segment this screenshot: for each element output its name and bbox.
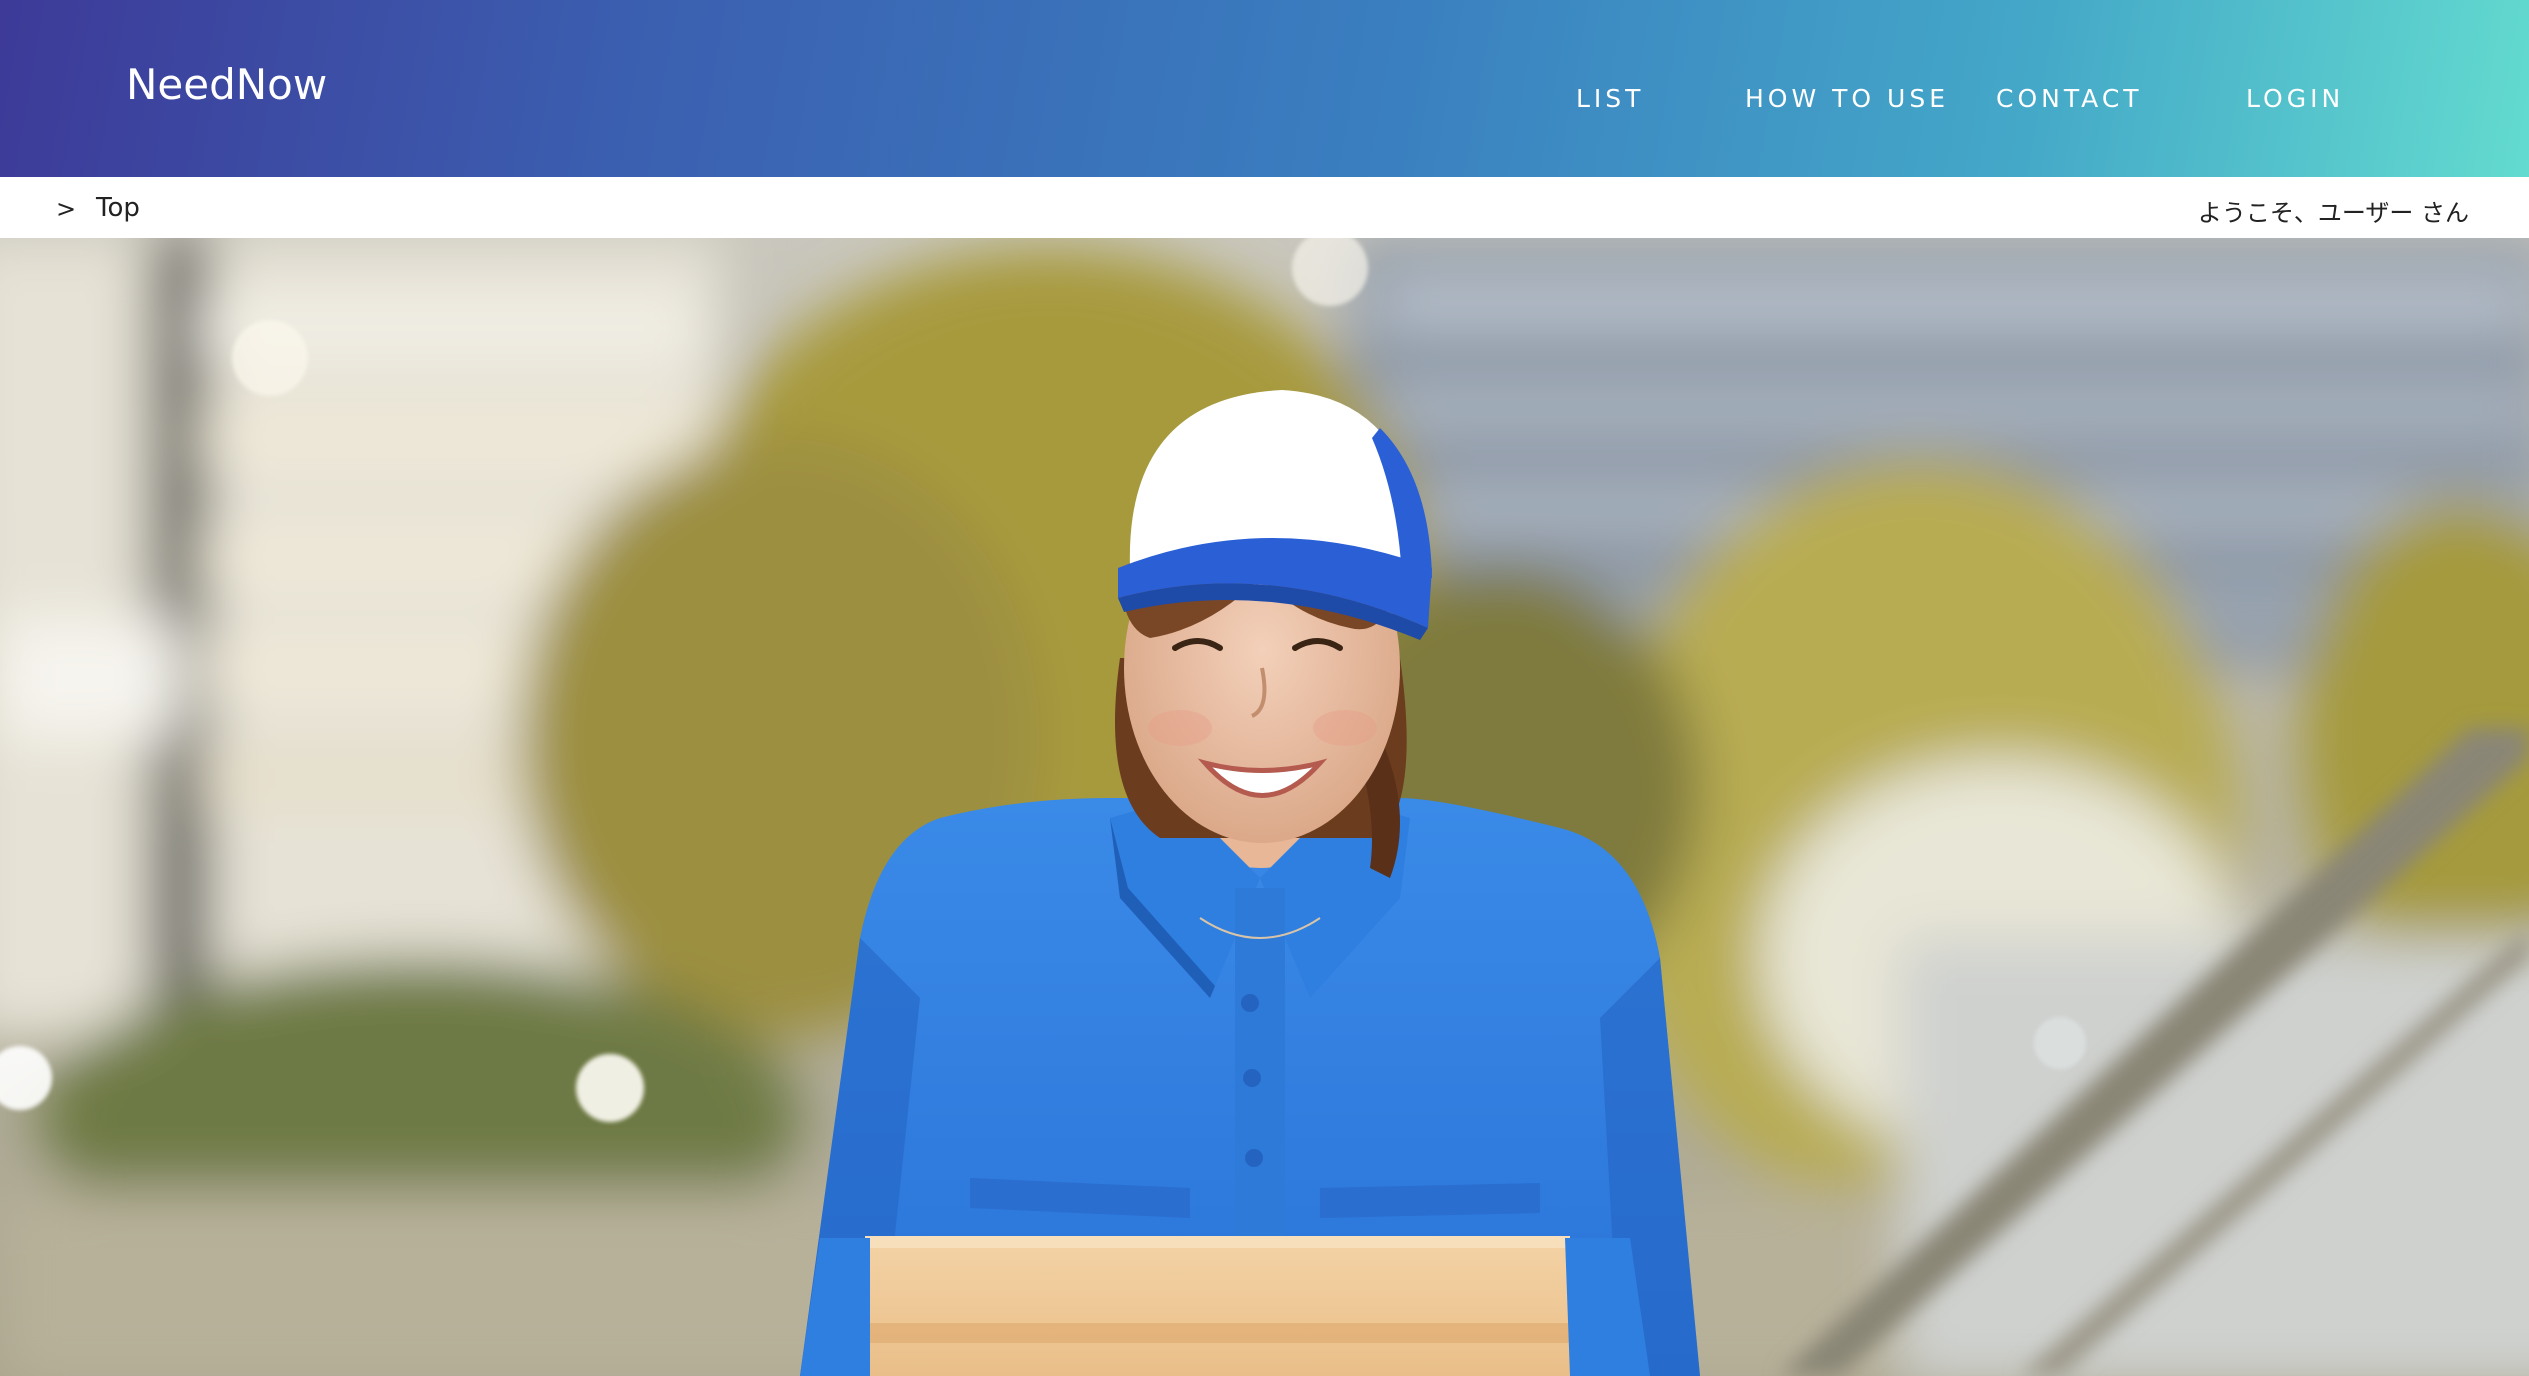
site-header: NeedNow LIST HOW TO USE CONTACT LOGIN bbox=[0, 0, 2529, 177]
nav-how-to-use-link[interactable]: HOW TO USE bbox=[1745, 84, 1949, 113]
breadcrumb-top-link[interactable]: Top bbox=[96, 193, 140, 223]
breadcrumb: > Top ようこそ、ユーザー さん bbox=[0, 177, 2529, 238]
delivery-worker-photo bbox=[0, 238, 2529, 1376]
breadcrumb-separator: > bbox=[56, 195, 77, 223]
welcome-message: ようこそ、ユーザー さん bbox=[2197, 199, 2469, 227]
hero-image bbox=[0, 238, 2529, 1376]
nav-contact-link[interactable]: CONTACT bbox=[1996, 84, 2143, 113]
page: NeedNow LIST HOW TO USE CONTACT LOGIN > … bbox=[0, 0, 2529, 1376]
nav-list-link[interactable]: LIST bbox=[1576, 84, 1644, 113]
site-logo[interactable]: NeedNow bbox=[126, 60, 327, 109]
nav-login-link[interactable]: LOGIN bbox=[2246, 84, 2344, 113]
